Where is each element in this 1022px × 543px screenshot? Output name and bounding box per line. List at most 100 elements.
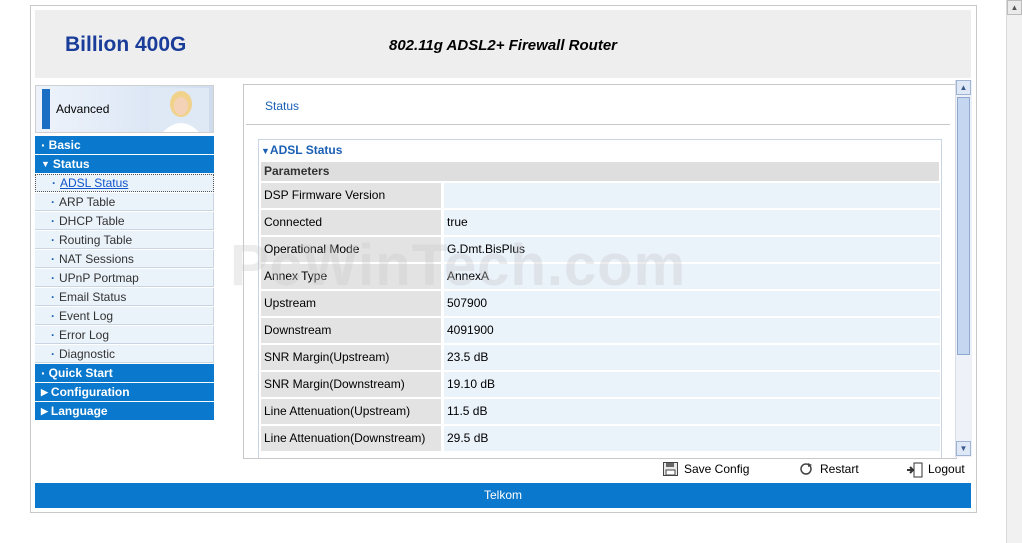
logout-button[interactable]: Logout — [906, 462, 965, 478]
save-config-label: Save Config — [684, 462, 750, 476]
page-title: Status — [265, 99, 300, 113]
sidebar-item-label: Diagnostic — [59, 346, 116, 361]
bullet-icon: · — [51, 213, 55, 228]
parameter-name: Connected — [261, 210, 441, 235]
content-scrollbar[interactable]: ▲ ▼ — [955, 80, 972, 457]
table-row: Line Attenuation(Downstream) 29.5 dB — [261, 426, 940, 451]
parameter-name: SNR Margin(Upstream) — [261, 345, 441, 370]
caret-right-icon: ▶ — [41, 386, 48, 397]
bullet-icon: · — [51, 289, 55, 304]
panel-title-label: ADSL Status — [269, 143, 343, 157]
sidebar-item-label: Email Status — [59, 289, 127, 304]
parameter-value: 507900 — [444, 291, 940, 316]
sidebar-nav: · Basic ▼ Status · ADSL Status · ARP Table · DHCP… — [35, 136, 214, 421]
sidebar-item-label: Status — [52, 157, 90, 171]
sidebar-subitem-error-log[interactable]: · Error Log — [35, 326, 214, 344]
logout-label: Logout — [928, 462, 965, 476]
bullet-icon: · — [51, 194, 55, 209]
restart-label: Restart — [820, 462, 859, 476]
save-config-button[interactable]: Save Config — [662, 462, 749, 476]
sidebar-subitem-dhcp-table[interactable]: · DHCP Table — [35, 212, 214, 230]
restart-button[interactable]: Restart — [798, 462, 859, 476]
advanced-card[interactable]: Advanced — [35, 85, 214, 133]
window-scrollbar[interactable]: ▲ — [1006, 0, 1022, 543]
sidebar-item-label: Configuration — [50, 385, 130, 399]
model-title: 802.11g ADSL2+ Firewall Router — [389, 37, 617, 54]
bullet-icon: · — [52, 176, 56, 190]
scroll-down-icon[interactable]: ▼ — [956, 441, 971, 456]
parameter-value: AnnexA — [444, 264, 940, 289]
main-content: Status ▼ADSL Status Parameters DSP Firmw… — [243, 84, 957, 459]
parameter-name: Upstream — [261, 291, 441, 316]
brand-title: Billion 400G — [65, 33, 187, 56]
parameter-value: 11.5 dB — [444, 399, 940, 424]
sidebar-subitem-upnp-portmap[interactable]: · UPnP Portmap — [35, 269, 214, 287]
scroll-up-icon[interactable]: ▲ — [956, 80, 971, 95]
table-row: SNR Margin(Upstream) 23.5 dB — [261, 345, 940, 370]
floppy-disk-icon — [662, 462, 678, 476]
person-photo-icon — [149, 88, 209, 132]
sidebar-subitem-nat-sessions[interactable]: · NAT Sessions — [35, 250, 214, 268]
table-row: DSP Firmware Version — [261, 183, 940, 208]
sidebar-item-label: ADSL Status — [60, 176, 129, 190]
expand-triangle-icon: ▼ — [261, 146, 270, 156]
parameter-value: 19.10 dB — [444, 372, 940, 397]
sidebar-item-configuration[interactable]: ▶ Configuration — [35, 383, 214, 401]
logout-door-icon — [906, 462, 923, 478]
bullet-icon: · — [51, 308, 55, 323]
panel-title[interactable]: ▼ADSL Status — [261, 143, 342, 157]
bullet-icon: · — [41, 137, 46, 153]
window-scroll-up-icon[interactable]: ▲ — [1007, 0, 1022, 15]
table-row: Connected true — [261, 210, 940, 235]
sidebar-item-label: Error Log — [59, 327, 110, 342]
caret-right-icon: ▶ — [41, 405, 48, 416]
sidebar-item-label: Routing Table — [59, 232, 133, 247]
parameter-value: G.Dmt.BisPlus — [444, 237, 940, 262]
parameter-name: Operational Mode — [261, 237, 441, 262]
sidebar-item-status[interactable]: ▼ Status — [35, 155, 214, 173]
header-bar: Billion 400G 802.11g ADSL2+ Firewall Rou… — [35, 10, 971, 78]
caret-down-icon: ▼ — [41, 159, 50, 169]
restart-icon — [798, 462, 814, 476]
bullet-icon: · — [51, 346, 55, 361]
sidebar-item-language[interactable]: ▶ Language — [35, 402, 214, 420]
sidebar-subitem-diagnostic[interactable]: · Diagnostic — [35, 345, 214, 363]
sidebar-item-label: NAT Sessions — [59, 251, 134, 266]
bullet-icon: · — [41, 365, 46, 381]
table-row: Annex Type AnnexA — [261, 264, 940, 289]
sidebar-subitem-adsl-status[interactable]: · ADSL Status — [35, 174, 214, 192]
advanced-stripe — [42, 89, 50, 129]
table-row: Downstream 4091900 — [261, 318, 940, 343]
sidebar-item-label: Event Log — [59, 308, 114, 323]
sidebar-subitem-email-status[interactable]: · Email Status — [35, 288, 214, 306]
divider — [246, 124, 950, 125]
table-row: SNR Margin(Downstream) 19.10 dB — [261, 372, 940, 397]
sidebar-item-basic[interactable]: · Basic — [35, 136, 214, 154]
sidebar-subitem-routing-table[interactable]: · Routing Table — [35, 231, 214, 249]
sidebar-item-quick-start[interactable]: · Quick Start — [35, 364, 214, 382]
bullet-icon: · — [51, 327, 55, 342]
parameter-value — [444, 183, 940, 208]
parameter-name: Line Attenuation(Downstream) — [261, 426, 441, 451]
sidebar-item-label: DHCP Table — [59, 213, 125, 228]
sidebar-item-label: ARP Table — [59, 194, 116, 209]
advanced-label: Advanced — [56, 102, 110, 116]
sidebar-item-label: Basic — [48, 138, 81, 152]
table-row: Operational Mode G.Dmt.BisPlus — [261, 237, 940, 262]
parameter-name: DSP Firmware Version — [261, 183, 441, 208]
adsl-status-panel: ▼ADSL Status Parameters DSP Firmware Ver… — [258, 139, 942, 458]
status-table: DSP Firmware Version Connected true Operati… — [261, 183, 940, 453]
sidebar-subitem-event-log[interactable]: · Event Log — [35, 307, 214, 325]
bullet-icon: · — [51, 232, 55, 247]
sidebar-item-label: Language — [50, 404, 108, 418]
parameter-name: SNR Margin(Downstream) — [261, 372, 441, 397]
parameter-value: 29.5 dB — [444, 426, 940, 451]
parameter-value: 23.5 dB — [444, 345, 940, 370]
sidebar-item-label: UPnP Portmap — [59, 270, 139, 285]
sidebar-subitem-arp-table[interactable]: · ARP Table — [35, 193, 214, 211]
sidebar-item-label: Quick Start — [48, 366, 113, 380]
parameter-value: 4091900 — [444, 318, 940, 343]
parameter-name: Downstream — [261, 318, 441, 343]
table-row: Line Attenuation(Upstream) 11.5 dB — [261, 399, 940, 424]
scroll-thumb[interactable] — [957, 97, 970, 355]
